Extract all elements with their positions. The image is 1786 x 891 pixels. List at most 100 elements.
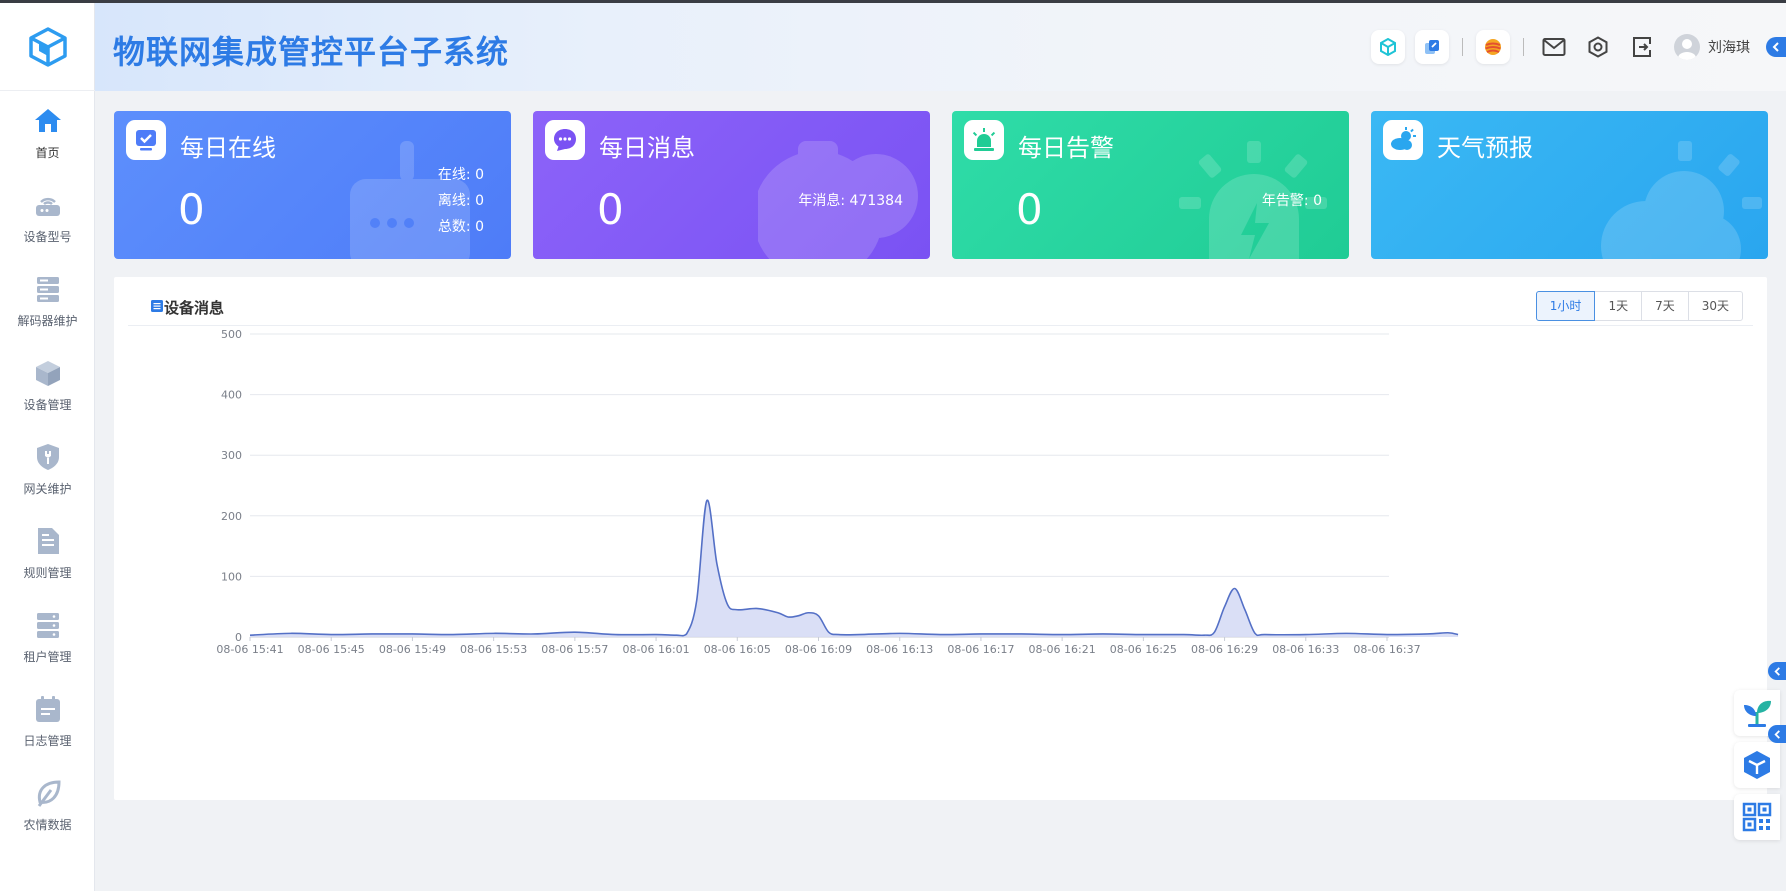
x-tick-label: 08-06 16:17	[947, 643, 1014, 656]
calendar-icon	[35, 695, 60, 722]
sidebar-item-label: 租户管理	[23, 649, 72, 664]
messages-count: 0	[597, 185, 624, 234]
cube-logo-icon	[28, 26, 67, 67]
x-tick-label: 08-06 16:21	[1029, 643, 1096, 656]
floating-toolbar	[1734, 690, 1786, 846]
y-tick-label: 300	[221, 449, 242, 462]
x-tick-label: 08-06 15:41	[216, 643, 283, 656]
copy-icon	[1425, 40, 1439, 54]
x-tick-label: 08-06 15:53	[460, 643, 527, 656]
app-title: 物联网集成管控平台子系统	[113, 33, 510, 71]
total-value: 总数: 0	[437, 219, 484, 235]
panel-header: 设备消息 1小时 1天 7天 30天	[128, 277, 1753, 326]
messages-card-icon-box	[545, 120, 585, 160]
cube-icon	[35, 360, 60, 386]
document-icon	[37, 527, 59, 554]
alarms-count: 0	[1016, 185, 1043, 234]
y-tick-label: 100	[221, 570, 242, 583]
range-1-hour-button[interactable]: 1小时	[1535, 291, 1596, 321]
copy-app-button[interactable]	[1415, 30, 1449, 64]
weather-forecast-card: 天气预报	[1371, 111, 1768, 259]
range-30-days-button[interactable]: 30天	[1687, 291, 1743, 321]
daily-messages-card: 每日消息 0 年消息: 471384	[533, 111, 930, 259]
x-tick-label: 08-06 16:33	[1272, 643, 1339, 656]
chat-bubble-icon	[554, 129, 576, 151]
mail-icon	[1542, 38, 1566, 56]
cube-icon	[1744, 751, 1770, 779]
float-expand-button[interactable]	[1768, 725, 1786, 743]
home-icon	[34, 108, 61, 132]
online-count: 0	[178, 185, 205, 234]
list-icon	[151, 300, 163, 312]
x-tick-label: 08-06 16:37	[1353, 643, 1420, 656]
separator	[1523, 38, 1524, 56]
x-tick-label: 08-06 16:09	[785, 643, 852, 656]
sidebar-item-label: 设备型号	[23, 229, 72, 244]
weather-decoration-icon	[1601, 141, 1762, 259]
username[interactable]: 刘海琪	[1708, 37, 1750, 57]
shield-wrench-icon	[36, 443, 59, 470]
gear-icon	[1588, 36, 1608, 58]
offline-value: 离线: 0	[437, 193, 484, 209]
x-tick-label: 08-06 15:57	[541, 643, 608, 656]
device-messages-chart: 010020030040050008-06 15:41 08-06 15:45 08…	[216, 328, 1459, 656]
y-tick-label: 500	[221, 328, 242, 341]
sidebar-item-gateway[interactable]: 网关维护	[0, 427, 95, 511]
x-tick-label: 08-06 16:05	[704, 643, 771, 656]
year-messages: 年消息: 471384	[798, 193, 903, 209]
x-tick-label: 08-06 16:29	[1191, 643, 1258, 656]
sidebar-item-decoder[interactable]: 解码器维护	[0, 259, 95, 343]
header-toolbar: 刘海琪	[1366, 3, 1786, 91]
top-header: 物联网集成管控平台子系统 刘海琪	[95, 3, 1786, 91]
sidebar-item-label: 设备管理	[23, 397, 72, 412]
sidebar-item-agriculture[interactable]: 农情数据	[0, 763, 95, 847]
monitor-check-icon	[136, 130, 156, 151]
cube-app-button[interactable]	[1371, 30, 1405, 64]
daily-alarms-card: 每日告警 0 年告警: 0	[952, 111, 1349, 259]
qr-code-button[interactable]	[1734, 794, 1780, 840]
globe-app-button[interactable]	[1476, 30, 1510, 64]
range-7-days-button[interactable]: 7天	[1641, 291, 1689, 321]
sidebar-item-device-management[interactable]: 设备管理	[0, 343, 95, 427]
series-area	[250, 500, 1459, 637]
sidebar-item-label: 解码器维护	[17, 313, 78, 328]
sidebar-item-label: 网关维护	[23, 481, 72, 496]
panel-title: 设备消息	[164, 299, 225, 317]
x-tick-label: 08-06 15:49	[379, 643, 446, 656]
globe-icon	[1485, 39, 1501, 55]
float-collapse-button[interactable]	[1768, 662, 1786, 680]
time-range-selector: 1小时 1天 7天 30天	[1535, 291, 1743, 321]
sidebar-item-rules[interactable]: 规则管理	[0, 511, 95, 595]
sidebar-item-tenants[interactable]: 租户管理	[0, 595, 95, 679]
alarm-light-icon	[972, 128, 996, 151]
database-icon	[36, 612, 59, 638]
sidebar-item-label: 日志管理	[23, 733, 72, 748]
x-tick-label: 08-06 16:01	[622, 643, 689, 656]
settings-button[interactable]	[1581, 30, 1615, 64]
range-1-day-button[interactable]: 1天	[1594, 291, 1643, 321]
user-icon	[1678, 39, 1696, 60]
separator	[1462, 38, 1463, 56]
chevron-left-icon	[1773, 729, 1780, 739]
mail-button[interactable]	[1537, 30, 1571, 64]
y-tick-label: 200	[221, 510, 242, 523]
app-logo[interactable]	[0, 3, 95, 91]
logout-icon	[1633, 37, 1651, 57]
server-icon	[36, 276, 59, 302]
qr-code-icon	[1742, 802, 1772, 832]
y-tick-label: 400	[221, 389, 242, 402]
logout-button[interactable]	[1625, 30, 1659, 64]
expand-panel-button[interactable]	[1766, 37, 1786, 57]
card-title: 天气预报	[1437, 134, 1533, 162]
sidebar-item-device-model[interactable]: 设备型号	[0, 175, 95, 259]
online-stats: 在线: 0 离线: 0 总数: 0	[438, 162, 484, 240]
sidebar-item-logs[interactable]: 日志管理	[0, 679, 95, 763]
avatar[interactable]	[1674, 34, 1700, 60]
cube-icon	[1380, 38, 1396, 56]
cube-tool-button[interactable]	[1734, 742, 1780, 788]
x-tick-label: 08-06 16:13	[866, 643, 933, 656]
sidebar-item-label: 首页	[35, 145, 60, 160]
online-card-icon-box	[126, 120, 166, 160]
online-value: 在线: 0	[437, 167, 484, 183]
sidebar-item-home[interactable]: 首页	[0, 91, 95, 175]
